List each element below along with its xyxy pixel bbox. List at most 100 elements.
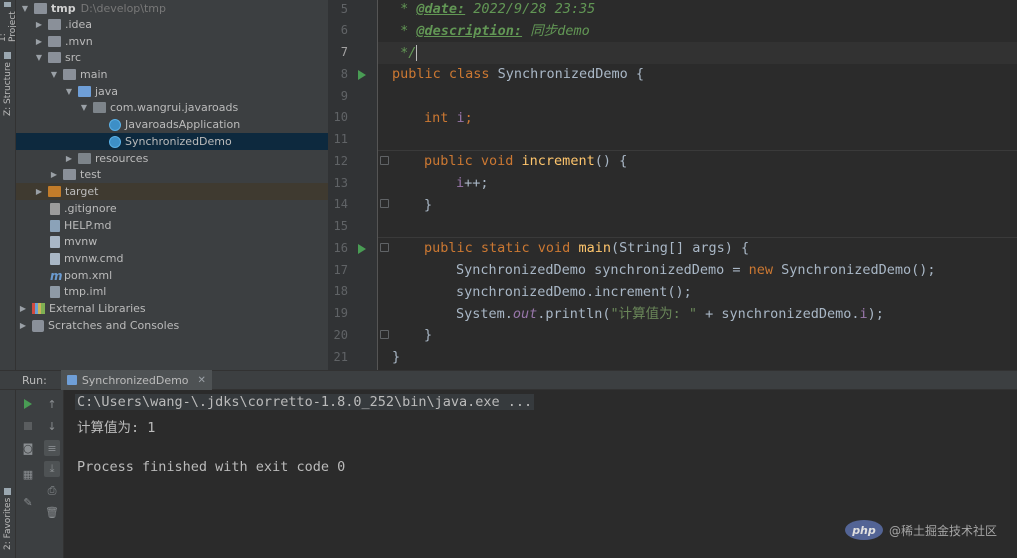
tree-item-help-md[interactable]: HELP.md: [16, 217, 328, 234]
tree-item-scratches[interactable]: ▶ Scratches and Consoles: [16, 317, 328, 334]
tree-item-pom-xml[interactable]: m pom.xml: [16, 267, 328, 284]
doc-star: *: [392, 23, 417, 39]
chevron-right-icon[interactable]: ▶: [18, 321, 28, 331]
code-line-18: synchronizedDemo.increment();: [456, 281, 692, 303]
tree-item-external-libraries[interactable]: ▶ External Libraries: [16, 300, 328, 317]
tree-item-mvnw[interactable]: mvnw: [16, 233, 328, 250]
field: i: [859, 306, 868, 322]
keyword: public void: [424, 153, 522, 169]
script-file-icon: [50, 235, 60, 248]
code-text: (String[] args) {: [610, 240, 750, 256]
code-line-17: SynchronizedDemo synchronizedDemo = new …: [456, 259, 936, 281]
soft-wrap-button[interactable]: ≡: [44, 440, 60, 456]
tree-item-synchronized-demo[interactable]: SynchronizedDemo: [16, 133, 328, 150]
tree-item-tmp[interactable]: ▼ tmp D:\develop\tmp: [16, 0, 328, 17]
tree-item-gitignore[interactable]: .gitignore: [16, 200, 328, 217]
library-icon: [32, 303, 45, 314]
text-caret: [416, 45, 418, 61]
run-tool-window-header: Run: SynchronizedDemo ✕: [0, 370, 1017, 390]
chevron-right-icon[interactable]: ▶: [49, 170, 59, 180]
line-number: 13: [333, 176, 348, 190]
fold-icon[interactable]: [380, 330, 389, 339]
scroll-to-end-button[interactable]: ⤓: [44, 461, 60, 477]
chevron-right-icon[interactable]: ▶: [34, 187, 44, 197]
keyword: int: [424, 110, 457, 126]
tree-item-tmp-iml[interactable]: tmp.iml: [16, 283, 328, 300]
chevron-right-icon[interactable]: ▶: [34, 20, 44, 30]
tree-item-target[interactable]: ▶ target: [16, 183, 328, 200]
chevron-down-icon[interactable]: ▼: [20, 4, 30, 14]
tree-item-javaroads-application[interactable]: JavaroadsApplication: [16, 116, 328, 133]
tree-item-resources[interactable]: ▶ resources: [16, 150, 328, 167]
application-icon: [66, 375, 77, 385]
code-line-16: public static void main(String[] args) {: [424, 237, 749, 259]
code-line-20: }: [424, 324, 432, 346]
line-number: 5: [340, 2, 348, 16]
scroll-down-button[interactable]: ↓: [44, 418, 60, 434]
tree-item-test[interactable]: ▶ test: [16, 166, 328, 183]
run-class-gutter-icon[interactable]: [358, 70, 366, 80]
tree-item-src[interactable]: ▼ src: [16, 49, 328, 66]
tree-item-java[interactable]: ▼ java: [16, 83, 328, 100]
chevron-down-icon[interactable]: ▼: [64, 87, 74, 97]
code-line-8: public class SynchronizedDemo {: [392, 63, 644, 85]
pin-button[interactable]: ✎: [20, 494, 36, 510]
tree-item-package[interactable]: ▼ com.wangrui.javaroads: [16, 99, 328, 116]
tree-item-label: mvnw.cmd: [64, 252, 124, 265]
tree-item-mvn[interactable]: ▶ .mvn: [16, 33, 328, 50]
line-number: 11: [333, 132, 348, 146]
tree-item-idea[interactable]: ▶ .idea: [16, 16, 328, 33]
run-config-tab[interactable]: SynchronizedDemo ✕: [60, 370, 212, 390]
fold-icon[interactable]: [380, 156, 389, 165]
tree-item-main[interactable]: ▼ main: [16, 66, 328, 83]
chevron-down-icon[interactable]: ▼: [34, 53, 44, 63]
code-line-19: System.out.println("计算值为: " + synchroniz…: [456, 303, 884, 325]
console-command-line: C:\Users\wang-\.jdks\corretto-1.8.0_252\…: [75, 394, 535, 410]
doc-tag-description: @description:: [416, 23, 523, 39]
excluded-folder-icon: [48, 186, 61, 197]
debug-button[interactable]: ◙: [20, 440, 36, 456]
chevron-down-icon[interactable]: ▼: [49, 70, 59, 80]
chevron-right-icon[interactable]: ▶: [64, 154, 74, 164]
php-logo: php: [844, 520, 883, 540]
doc-text: 2022/9/28 23:35: [465, 1, 596, 17]
structure-tool-tab[interactable]: Z: Structure: [0, 52, 16, 118]
code-line-14: }: [424, 194, 432, 216]
tree-item-label: main: [80, 68, 108, 81]
tree-item-mvnw-cmd[interactable]: mvnw.cmd: [16, 250, 328, 267]
code-line-6: * @description: 同步demo: [392, 20, 590, 42]
layout-button[interactable]: ▦: [20, 466, 36, 482]
source-folder-icon: [78, 86, 91, 97]
line-number-gutter[interactable]: 5 6 7 8 9 10 11 12 13 14 15 16 17 18 19 …: [328, 0, 378, 370]
code-editor[interactable]: 5 6 7 8 9 10 11 12 13 14 15 16 17 18 19 …: [328, 0, 1017, 370]
tree-item-label: .mvn: [65, 35, 93, 48]
rerun-button[interactable]: [20, 396, 36, 412]
package-icon: [93, 102, 106, 113]
scroll-up-button[interactable]: ↑: [44, 396, 60, 412]
fold-icon[interactable]: [380, 243, 389, 252]
chevron-down-icon[interactable]: ▼: [79, 103, 89, 113]
run-main-gutter-icon[interactable]: [358, 244, 366, 254]
code-text: }: [392, 349, 401, 365]
iml-file-icon: [50, 285, 60, 298]
play-icon: [24, 399, 32, 409]
line-number: 18: [333, 284, 348, 298]
test-folder-icon: [63, 169, 76, 180]
code-text: + synchronizedDemo.: [696, 306, 860, 322]
favorites-tool-tab[interactable]: 2: Favorites: [0, 488, 16, 554]
stop-button[interactable]: [20, 418, 36, 434]
chevron-right-icon[interactable]: ▶: [18, 304, 28, 314]
clear-button[interactable]: 🗑: [44, 504, 60, 520]
tree-item-label: tmp: [51, 2, 76, 15]
close-icon[interactable]: ✕: [198, 375, 206, 386]
chevron-right-icon[interactable]: ▶: [34, 37, 44, 47]
print-button[interactable]: ⎙: [44, 483, 60, 499]
wrap-icon: ≡: [47, 441, 57, 455]
watermark: php @稀土掘金技术社区: [844, 520, 997, 540]
folder-icon: [48, 19, 61, 30]
project-tool-tab[interactable]: 1: Project: [0, 2, 18, 42]
doc-text: 同步demo: [522, 23, 590, 39]
line-number: 12: [333, 154, 348, 168]
line-number: 9: [340, 89, 348, 103]
fold-icon[interactable]: [380, 199, 389, 208]
